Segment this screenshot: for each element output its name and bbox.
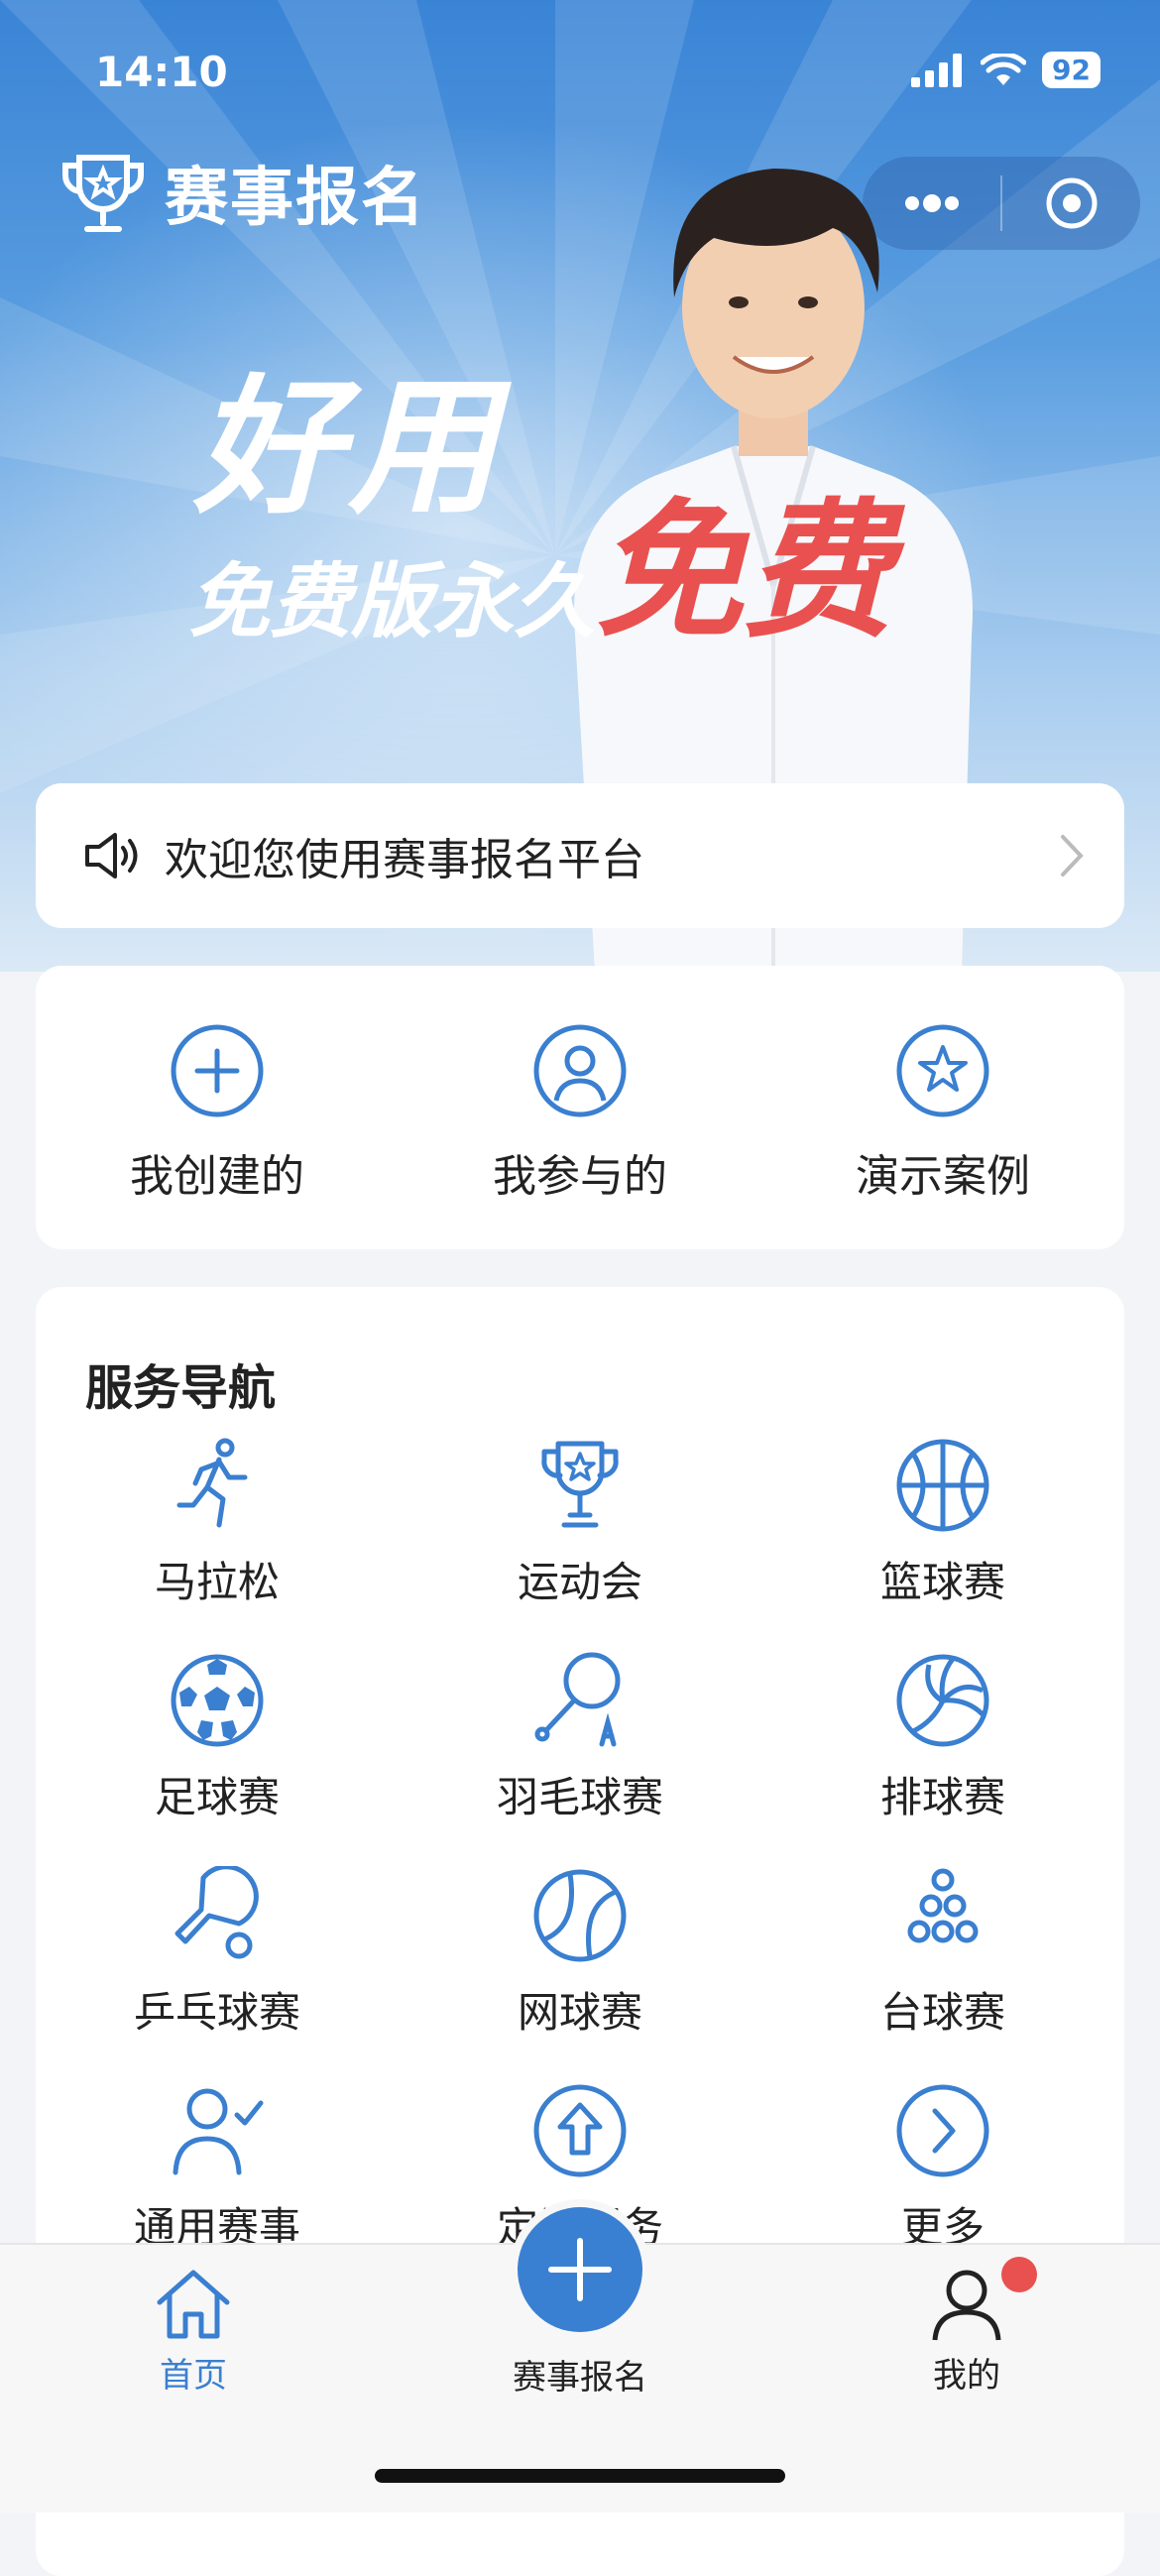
tab-label: 首页 [160,2356,227,2396]
slogan-main: 好用 [193,362,504,534]
service-label: 排球赛 [879,1773,1005,1821]
service-volleyball[interactable]: 排球赛 [761,1651,1124,1824]
chevron-right-icon [1061,835,1084,877]
service-label: 足球赛 [154,1773,280,1821]
volleyball-icon [896,1654,989,1747]
signal-icon [911,53,963,87]
service-marathon[interactable]: 马拉松 [36,1436,399,1609]
service-basketball[interactable]: 篮球赛 [761,1436,1124,1609]
quick-link-label: 我创建的 [130,1151,304,1202]
home-indicator [375,2469,785,2483]
billiards-icon [907,1868,979,1943]
quick-link-label: 演示案例 [856,1151,1030,1202]
service-label: 网球赛 [517,1988,642,2037]
tab-home[interactable]: 首页 [74,2267,312,2397]
tab-label: 我的 [933,2356,1000,2396]
trophy-icon [541,1441,619,1528]
badminton-icon [534,1652,621,1747]
speaker-icon [85,833,138,878]
wifi-icon [981,53,1027,85]
notification-dot [1001,2257,1037,2292]
quick-link-demo[interactable]: 演示案例 [761,966,1124,1249]
close-miniprogram-button[interactable] [1002,157,1140,250]
section-title: 服务导航 [85,1360,277,1416]
trophy-logo-icon [62,155,144,232]
notice-bar[interactable]: 欢迎您使用赛事报名平台 [36,783,1124,928]
quick-link-label: 我参与的 [493,1151,667,1202]
tab-register[interactable]: 赛事报名 [461,2344,699,2399]
service-football[interactable]: 足球赛 [36,1651,399,1824]
service-pingpong[interactable]: 乒乓球赛 [36,1866,399,2040]
pingpong-icon [174,1866,259,1959]
slogan-sub: 免费版永久 [188,555,595,649]
service-label: 台球赛 [879,1988,1005,2037]
football-icon [171,1654,264,1747]
notice-text: 欢迎您使用赛事报名平台 [165,835,644,885]
tab-label: 赛事报名 [513,2358,647,2398]
user-circle-icon [533,1024,627,1117]
status-time: 14:10 [95,48,228,96]
plus-icon [548,2238,612,2301]
basketball-icon [896,1439,989,1532]
chevron-circle-icon [896,2084,989,2177]
slogan-highlight: 免费 [595,486,893,658]
plus-circle-icon [171,1024,264,1117]
service-label: 乒乓球赛 [133,1988,300,2037]
service-billiards[interactable]: 台球赛 [761,1866,1124,2040]
quick-links: 我创建的 我参与的 演示案例 [36,966,1124,1249]
battery-indicator: 92 [1042,52,1101,88]
service-badminton[interactable]: 羽毛球赛 [399,1651,761,1824]
service-label: 马拉松 [154,1558,280,1606]
home-icon [157,2270,230,2339]
service-more[interactable]: 更多 [761,2081,1124,2255]
tennis-icon [533,1869,627,1962]
service-tennis[interactable]: 网球赛 [399,1866,761,2040]
star-circle-icon [896,1024,989,1117]
quick-link-joined[interactable]: 我参与的 [399,966,761,1249]
status-bar: 14:10 92 [95,48,1101,97]
service-label: 篮球赛 [879,1558,1005,1606]
service-sports-meet[interactable]: 运动会 [399,1436,761,1609]
quick-link-created[interactable]: 我创建的 [36,966,399,1249]
page-title: 赛事报名 [165,162,426,235]
runner-icon [176,1438,248,1528]
tab-me[interactable]: 我的 [848,2267,1086,2397]
app-brand: 赛事报名 [59,147,426,238]
service-label: 羽毛球赛 [496,1773,663,1821]
upload-circle-icon [533,2084,627,2177]
service-general[interactable]: 通用赛事 [36,2081,399,2255]
target-icon [1046,177,1097,229]
register-fab-button[interactable] [518,2207,642,2332]
user-check-icon [173,2088,264,2175]
service-label: 运动会 [517,1558,642,1606]
user-icon [932,2270,1001,2341]
